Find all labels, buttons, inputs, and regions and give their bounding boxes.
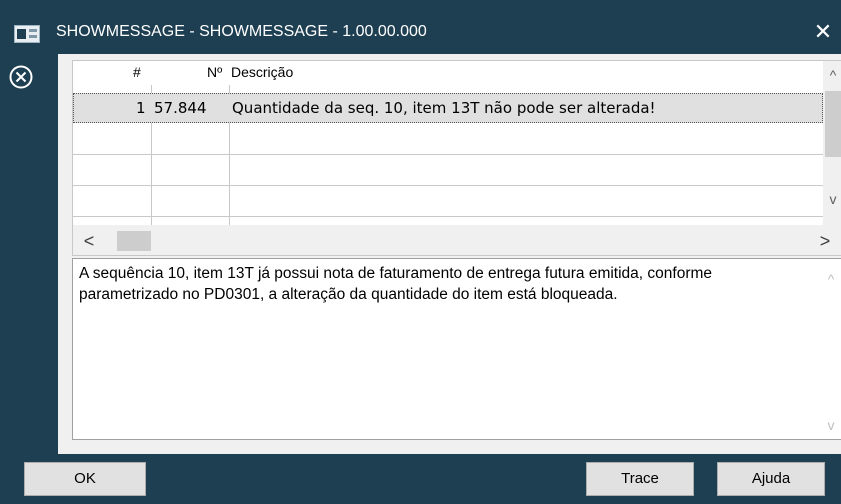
close-button[interactable]: ✕ bbox=[808, 18, 838, 46]
grid-horizontal-scrollbar[interactable]: < > bbox=[73, 225, 841, 255]
details-scrollbar[interactable]: ^ v bbox=[821, 259, 841, 439]
scroll-left-icon[interactable]: < bbox=[79, 231, 99, 251]
scroll-up-icon[interactable]: ^ bbox=[821, 271, 841, 287]
app-window-icon bbox=[14, 25, 40, 43]
table-row[interactable]: 1 57.844 Quantidade da seq. 10, item 13T… bbox=[73, 93, 823, 123]
column-header-index[interactable]: # bbox=[133, 64, 141, 80]
row-index: 1 bbox=[136, 99, 146, 117]
row-divider bbox=[73, 185, 823, 186]
scroll-right-icon[interactable]: > bbox=[815, 231, 835, 251]
vertical-scroll-thumb[interactable] bbox=[825, 91, 841, 157]
ok-button[interactable]: OK bbox=[24, 462, 146, 496]
row-number: 57.844 bbox=[154, 99, 207, 117]
grid-vertical-scrollbar[interactable]: ^ v bbox=[823, 61, 841, 225]
dialog-content: # Nº Descrição 1 57.844 Quantidade da se… bbox=[58, 54, 841, 454]
window-title: SHOWMESSAGE - SHOWMESSAGE - 1.00.00.000 bbox=[56, 23, 427, 40]
help-button[interactable]: Ajuda bbox=[717, 462, 825, 496]
column-header-description[interactable]: Descrição bbox=[231, 64, 293, 80]
button-bar: OK Trace Ajuda bbox=[0, 454, 841, 504]
row-divider bbox=[73, 216, 823, 217]
message-details[interactable]: A sequência 10, item 13T já possui nota … bbox=[72, 258, 841, 440]
row-divider bbox=[73, 154, 823, 155]
trace-button[interactable]: Trace bbox=[586, 462, 694, 496]
messages-grid[interactable]: # Nº Descrição 1 57.844 Quantidade da se… bbox=[72, 60, 841, 256]
column-header-number[interactable]: Nº bbox=[207, 64, 222, 80]
details-text: A sequência 10, item 13T já possui nota … bbox=[79, 265, 713, 303]
scroll-down-icon[interactable]: v bbox=[823, 191, 841, 207]
horizontal-scroll-thumb[interactable] bbox=[117, 231, 151, 251]
title-bar: SHOWMESSAGE - SHOWMESSAGE - 1.00.00.000 … bbox=[0, 0, 841, 54]
scroll-down-icon[interactable]: v bbox=[821, 417, 841, 433]
grid-header: # Nº Descrição bbox=[73, 61, 823, 85]
status-strip bbox=[0, 54, 58, 454]
row-description: Quantidade da seq. 10, item 13T não pode… bbox=[232, 99, 656, 117]
scroll-up-icon[interactable]: ^ bbox=[823, 67, 841, 83]
error-circle-x-icon bbox=[9, 65, 33, 89]
